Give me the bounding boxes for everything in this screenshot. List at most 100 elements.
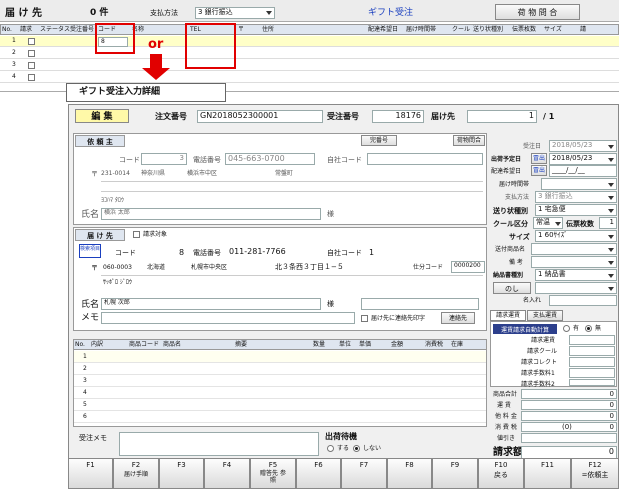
goods-row-5[interactable]	[74, 399, 486, 411]
goods-row-4[interactable]	[74, 387, 486, 399]
slip-type-label: 送り状種別	[493, 207, 528, 215]
cool-label: クール区分	[493, 220, 528, 228]
bill-row-field-3[interactable]	[569, 357, 615, 367]
bill-row-field-1[interactable]	[569, 335, 615, 345]
fkey-f10[interactable]: F10 戻る	[478, 458, 524, 489]
client-name-field[interactable]: 横浜 太郎	[101, 208, 321, 220]
waiting-no-radio[interactable]	[353, 445, 360, 452]
total-label-discount: 値引き	[497, 435, 516, 442]
client-tel-field[interactable]: 045-663-0700	[225, 153, 315, 165]
bg-row-checkbox-2[interactable]	[28, 50, 35, 57]
bill-row-field-2[interactable]	[569, 346, 615, 356]
auto-calc-no-radio[interactable]	[585, 325, 592, 332]
bg-payment-select[interactable]: 3 銀行振込	[195, 7, 275, 19]
goods-row-2[interactable]	[74, 363, 486, 375]
order-no-field[interactable]: GN2018052300001	[197, 110, 323, 123]
bg-row-checkbox-4[interactable]	[28, 74, 35, 81]
tab-billing-freight[interactable]: 請求運賃	[490, 310, 526, 321]
doc-select[interactable]: 1 納品書	[535, 269, 617, 281]
delivery-name-field[interactable]: 札幌 次郎	[101, 298, 321, 310]
client-address-line-2	[101, 191, 483, 192]
fkey-f9[interactable]: F9	[432, 458, 478, 489]
fkey-f7[interactable]: F7	[341, 458, 387, 489]
fkey-f11[interactable]: F11	[524, 458, 571, 489]
goods-col-summary: 摘要	[235, 341, 248, 348]
order-memo-field[interactable]	[119, 432, 319, 456]
pay-label: 支払方法	[505, 194, 530, 201]
fkey-f3[interactable]: F3	[159, 458, 204, 489]
delivery-city: 札幌市中央区	[191, 264, 228, 271]
fkey-f3-key: F3	[177, 461, 186, 469]
bg-row-3[interactable]	[0, 60, 619, 71]
noshi-select[interactable]	[535, 282, 617, 294]
bg-col-time: 届け時間帯	[406, 26, 437, 33]
chevron-down-icon	[608, 183, 614, 187]
goods-row-3[interactable]	[74, 375, 486, 387]
billing-target-checkbox[interactable]	[133, 231, 140, 238]
noshi-button[interactable]: のし	[493, 282, 531, 294]
delivery-memo-field[interactable]	[101, 312, 355, 324]
nameplate-label: 名入れ	[523, 297, 542, 304]
fkey-f2[interactable]: F2 届け手順	[113, 458, 159, 489]
bg-row-4[interactable]	[0, 72, 619, 83]
deliv-date-calendar-button[interactable]: 冒出	[531, 165, 547, 176]
delivery-search-label: 検索項目	[80, 246, 101, 252]
fkey-f5[interactable]: F5 贈答先 参照	[250, 458, 296, 489]
bill-row-field-5[interactable]	[569, 379, 615, 386]
fkey-f4[interactable]: F4	[204, 458, 250, 489]
ship-date-calendar-button[interactable]: 冒出	[531, 153, 547, 164]
contact-button[interactable]: 連絡先	[441, 312, 475, 324]
nameplate-field[interactable]	[549, 295, 617, 306]
waiting-yes-radio[interactable]	[327, 445, 334, 452]
total-field-tax: (0) 0	[521, 422, 617, 432]
slip-count-label: 伝票枚数	[566, 220, 594, 228]
fkey-f6[interactable]: F6	[296, 458, 341, 489]
chevron-down-icon	[266, 11, 272, 15]
goods-row-1[interactable]	[74, 351, 486, 363]
ship-date-field[interactable]: 2018/05/23	[549, 153, 617, 165]
bill-row-field-4[interactable]	[569, 368, 615, 378]
fkey-f8[interactable]: F8	[387, 458, 432, 489]
fkey-f1-key: F1	[86, 461, 95, 469]
time-select[interactable]	[541, 178, 617, 190]
chevron-down-icon	[608, 235, 614, 239]
auto-calc-yes-radio[interactable]	[563, 325, 570, 332]
size-select[interactable]: 1 60ｻｲｽﾞ	[535, 230, 617, 242]
client-own-code-field[interactable]	[367, 153, 483, 165]
slip-type-select[interactable]: 1 宅急便	[535, 204, 617, 216]
note-select[interactable]	[531, 256, 617, 268]
bg-row-checkbox-3[interactable]	[28, 62, 35, 69]
client-code-field[interactable]: 3	[141, 153, 187, 165]
fkey-f4-key: F4	[222, 461, 232, 469]
order-memo-label: 受注メモ	[79, 434, 107, 442]
delivery-search-button[interactable]: 検索項目	[79, 244, 101, 258]
tab-payment-freight[interactable]: 支払運賃	[527, 310, 563, 321]
delivery-extra-field[interactable]	[361, 298, 479, 310]
chevron-down-icon	[608, 145, 614, 149]
client-pref: 神奈川県	[141, 170, 166, 177]
item-select[interactable]	[531, 243, 617, 255]
slip-count-field[interactable]: 1	[599, 217, 617, 229]
delivery-kana: ｻｯﾎﾟﾛ ｼﾞﾛｳ	[103, 279, 132, 286]
bg-row-checkbox-1[interactable]	[28, 38, 35, 45]
bg-row-1[interactable]	[0, 36, 619, 47]
bg-row-2[interactable]	[0, 48, 619, 59]
cool-select[interactable]: 常温	[533, 217, 563, 229]
fkey-f8-key: F8	[405, 461, 414, 469]
deliv-date-field[interactable]: ____/__/__	[549, 165, 617, 177]
delivery-sort-code-field[interactable]: 0000200	[451, 261, 485, 273]
notify-checkbox[interactable]	[361, 315, 368, 322]
total-field-discount	[521, 433, 617, 443]
total-label-tax: 消 費 税	[495, 424, 517, 431]
dest-no-field[interactable]: 1	[467, 110, 537, 123]
bg-baggage-button[interactable]: 荷 物 問 合	[495, 4, 580, 20]
goods-row-6[interactable]	[74, 411, 486, 423]
fkey-f5-key: F5	[268, 461, 278, 469]
fkey-f12[interactable]: F12 =依頼主	[571, 458, 619, 489]
total-field-other: 0	[521, 411, 617, 421]
fkey-f1[interactable]: F1	[68, 458, 113, 489]
client-search-button[interactable]: 完番号	[361, 135, 397, 146]
client-inquiry-button[interactable]: 荷物問合	[453, 135, 485, 146]
pay-select[interactable]: 3 銀行振込	[535, 191, 617, 203]
receipt-date-field[interactable]: 2018/05/23	[549, 140, 617, 152]
